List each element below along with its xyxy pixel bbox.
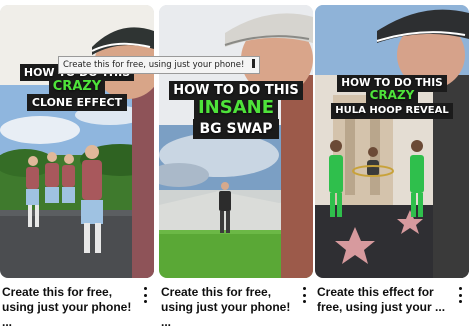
video-card-3[interactable]: HOW TO DO THIS CRAZY HULA HOOP REVEAL Cr… (315, 0, 469, 317)
title-tooltip: Create this for free, using just your ph… (58, 56, 261, 74)
more-vertical-icon[interactable] (140, 287, 150, 303)
more-vertical-icon[interactable] (455, 287, 465, 303)
thumbnail-scene-clone (0, 5, 154, 278)
tooltip-text: Create this for free, using just your ph… (63, 60, 245, 70)
thumbnail-scene-bgswap (159, 5, 313, 278)
overlay-line-2: INSANE (193, 97, 279, 119)
more-vertical-icon[interactable] (299, 287, 309, 303)
video-title-3[interactable]: Create this effect for free, using just … (317, 285, 447, 315)
thumbnail-scene-hula (315, 5, 469, 278)
video-thumbnail-2[interactable]: HOW TO DO THIS INSANE BG SWAP (159, 5, 313, 278)
video-card-2[interactable]: HOW TO DO THIS INSANE BG SWAP Create thi… (159, 0, 313, 329)
video-title-1[interactable]: Create this for free, using just your ph… (2, 285, 132, 330)
overlay-line-3: CLONE EFFECT (26, 94, 128, 111)
video-card-1[interactable]: HOW TO DO THIS CRAZY CLONE EFFECT Create… (0, 0, 154, 329)
overlay-line-3: BG SWAP (193, 119, 279, 139)
video-thumbnail-1[interactable]: HOW TO DO THIS CRAZY CLONE EFFECT (0, 5, 154, 278)
video-title-2[interactable]: Create this for free, using just your ph… (161, 285, 291, 330)
video-thumbnail-3[interactable]: HOW TO DO THIS CRAZY HULA HOOP REVEAL (315, 5, 469, 278)
overlay-line-3: HULA HOOP REVEAL (331, 103, 453, 119)
cursor-icon (252, 59, 256, 68)
